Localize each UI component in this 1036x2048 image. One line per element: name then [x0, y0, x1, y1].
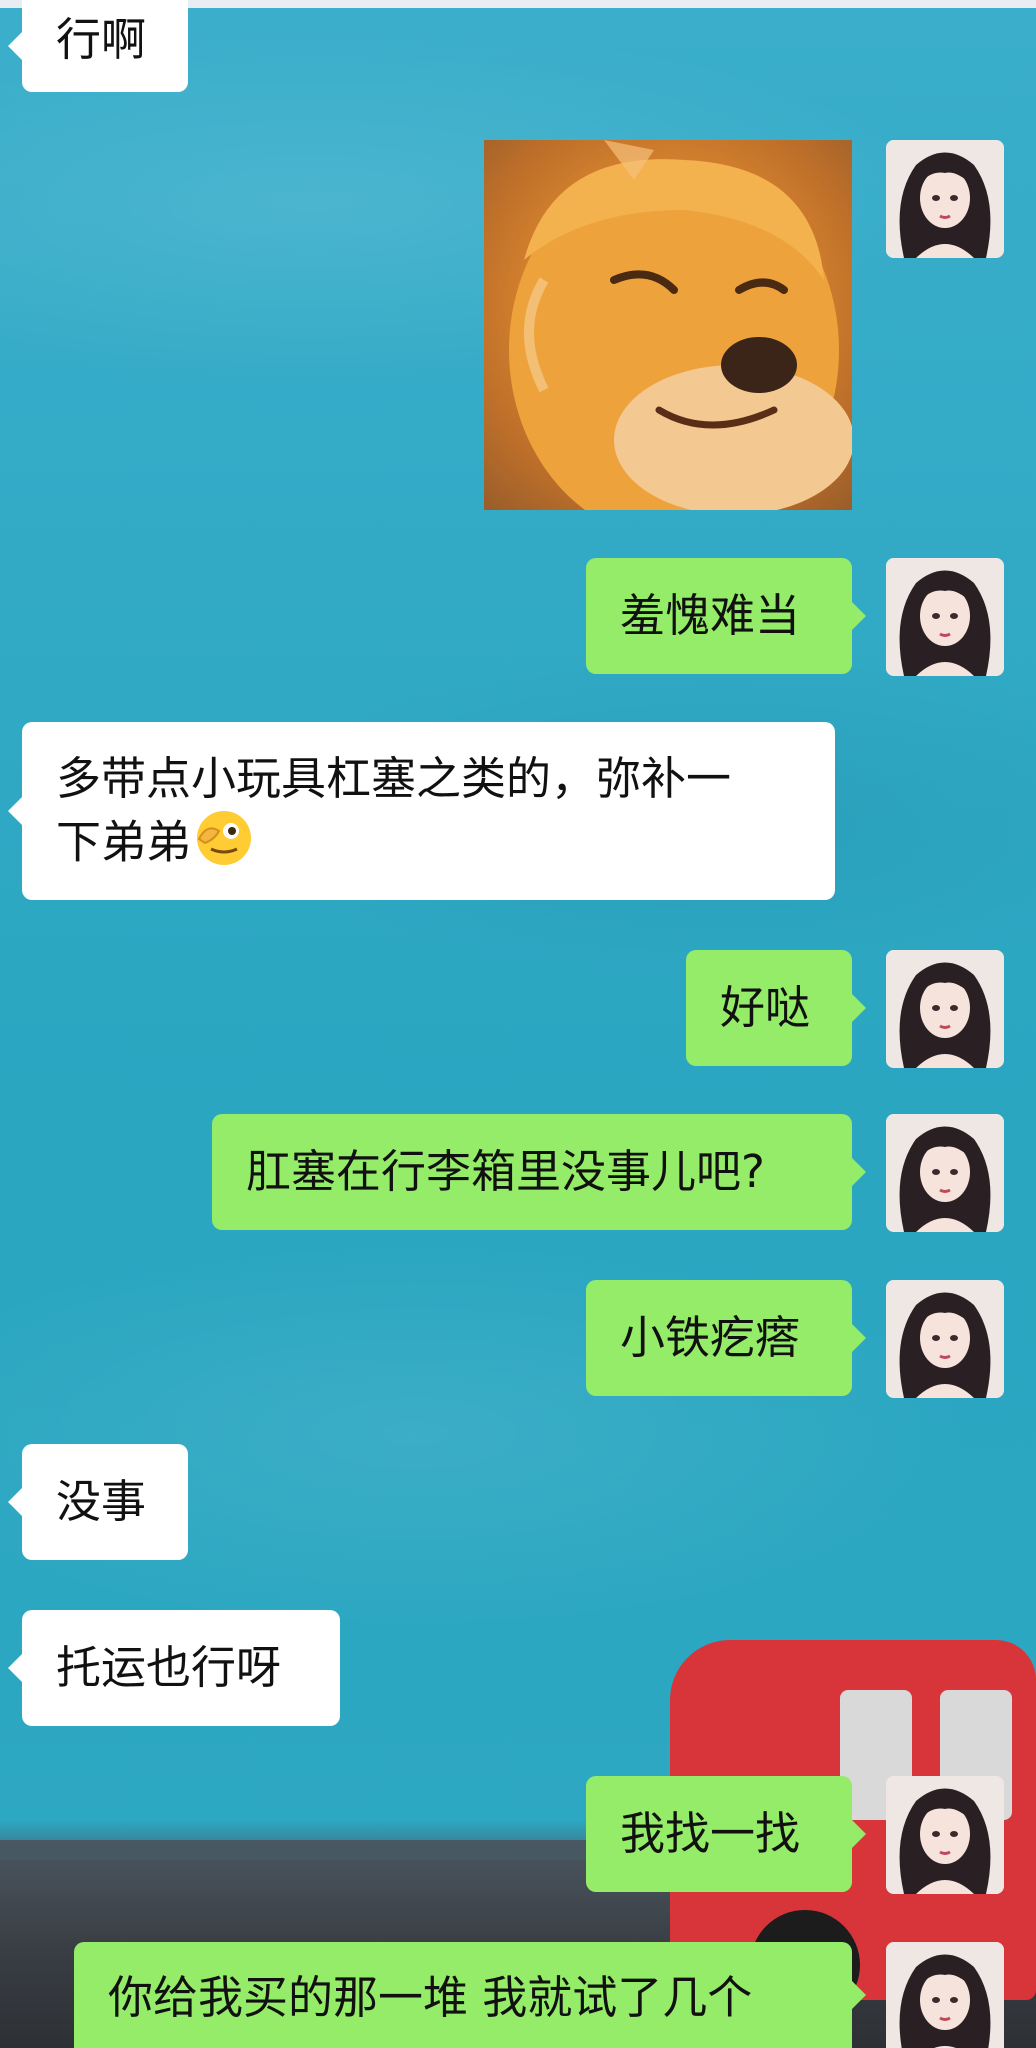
message-text: 好哒: [720, 980, 811, 1034]
anime-girl-avatar-icon[interactable]: [886, 1942, 1004, 2048]
message-text: 没事: [56, 1474, 147, 1528]
anime-girl-avatar-icon[interactable]: [886, 1114, 1004, 1232]
message-text: 我找一找: [620, 1806, 801, 1860]
anime-girl-avatar-icon[interactable]: [886, 1280, 1004, 1398]
message-bubble-sent[interactable]: 小铁疙瘩: [586, 1280, 866, 1396]
anime-girl-avatar-icon[interactable]: [886, 558, 1004, 676]
message-bubble-sent[interactable]: 你给我买的那一堆 我就试了几个: [74, 1942, 866, 2048]
finger-on-eye-emoji: [195, 809, 253, 882]
message-text: 行啊: [56, 12, 147, 66]
message-text-line-1: 多带点小玩具杠塞之类的，弥补一: [56, 752, 732, 805]
smug-shiba-dog-icon: [484, 140, 852, 510]
message-bubble-sent[interactable]: 羞愧难当: [586, 558, 866, 674]
message-text-line-2: 下弟弟: [56, 814, 192, 868]
smug-shiba-dog-sticker[interactable]: [484, 140, 852, 510]
message-text: 羞愧难当: [620, 588, 801, 642]
message-bubble-received[interactable]: 多带点小玩具杠塞之类的，弥补一 下弟弟: [8, 722, 835, 900]
anime-girl-avatar-icon[interactable]: [886, 140, 1004, 258]
message-bubble-sent[interactable]: 好哒: [686, 950, 866, 1066]
anime-girl-avatar-icon[interactable]: [886, 1776, 1004, 1894]
anime-girl-avatar-icon[interactable]: [886, 950, 1004, 1068]
message-text: 托运也行呀: [56, 1640, 282, 1694]
message-text: 你给我买的那一堆 我就试了几个: [108, 1970, 753, 2024]
message-bubble-received[interactable]: 行啊: [8, 0, 188, 92]
message-bubble-received[interactable]: 没事: [8, 1444, 188, 1560]
message-bubble-sent[interactable]: 肛塞在行李箱里没事儿吧?: [212, 1114, 866, 1230]
message-text: 肛塞在行李箱里没事儿吧?: [246, 1144, 765, 1198]
message-text: 小铁疙瘩: [620, 1310, 801, 1364]
message-bubble-received[interactable]: 托运也行呀: [8, 1610, 340, 1726]
message-bubble-sent[interactable]: 我找一找: [586, 1776, 866, 1892]
